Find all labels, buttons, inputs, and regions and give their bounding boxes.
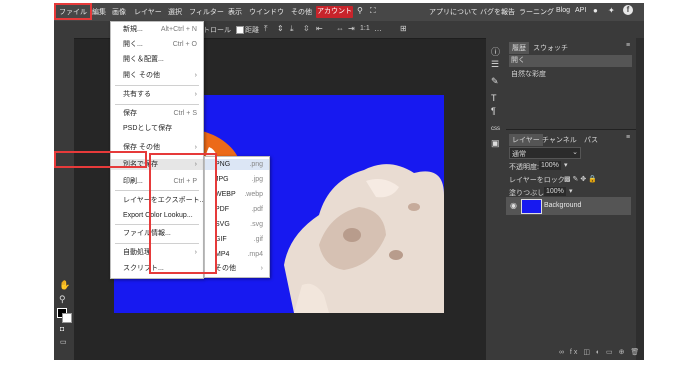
properties-icon[interactable]: ☰: [491, 59, 499, 70]
link-learning[interactable]: ラーニング: [519, 7, 554, 17]
menu-bar: ファイル 編集 画像 レイヤー 選択 フィルター 表示 ウインドウ その他 アカ…: [54, 3, 644, 21]
menu-item-open-place[interactable]: 開く＆配置...: [111, 54, 203, 65]
menu-image[interactable]: 画像: [112, 7, 126, 17]
zoom-hint[interactable]: 1:1: [360, 25, 370, 32]
history-entry[interactable]: 自然な彩度: [509, 69, 632, 81]
lock-icons[interactable]: ▩ ✎ ✥ 🔒: [564, 175, 597, 183]
link-blog[interactable]: Blog: [556, 7, 570, 14]
layer-name[interactable]: Background: [544, 202, 581, 209]
highlight-save-as: [54, 151, 147, 168]
align-center-icon[interactable]: ⇔: [336, 24, 344, 33]
layer-thumbnail: [521, 199, 542, 214]
visibility-eye-icon[interactable]: ◉: [510, 201, 517, 210]
opacity-label: 不透明度:: [509, 164, 539, 171]
opacity-dropdown-icon[interactable]: ▾: [564, 161, 568, 169]
layers-panel-menu-icon[interactable]: ≡: [626, 134, 630, 141]
photopea-app: ファイル 編集 画像 レイヤー 選択 フィルター 表示 ウインドウ その他 アカ…: [54, 3, 644, 360]
character-icon[interactable]: T: [491, 93, 497, 103]
distribute-icon[interactable]: ⇳: [303, 24, 310, 33]
info-icon[interactable]: ⓘ: [491, 45, 500, 58]
distance-checkbox[interactable]: [236, 26, 244, 34]
menu-item-save[interactable]: 保存 Ctrl + S: [111, 108, 203, 119]
menu-window[interactable]: ウインドウ: [249, 7, 284, 17]
tools-panel: ✋ ⚲ ◘ ▭: [54, 38, 74, 360]
align-left-icon[interactable]: ⇤: [316, 24, 323, 33]
link-about[interactable]: アプリについて: [429, 7, 478, 17]
hand-tool-icon[interactable]: ✋: [59, 280, 70, 291]
blend-mode-select[interactable]: 通常 ⌄: [509, 147, 581, 159]
reddit-icon[interactable]: ●: [593, 6, 598, 15]
lock-label: レイヤーをロック:: [509, 177, 567, 184]
tab-history[interactable]: 履歴: [509, 42, 529, 54]
quick-mask-icon[interactable]: ◘: [60, 326, 64, 333]
more-options-icon[interactable]: …: [374, 24, 382, 33]
distance-label: 距離: [245, 27, 259, 34]
menu-item-open[interactable]: 開く... Ctrl + O: [111, 39, 203, 50]
menu-separator: [115, 85, 199, 86]
highlight-format-list: [149, 153, 217, 274]
menu-item-open-more[interactable]: 開く その他 ›: [111, 70, 203, 81]
css-icon[interactable]: css: [491, 126, 500, 132]
blend-mode-value: 通常: [512, 151, 526, 158]
facebook-icon[interactable]: f: [623, 5, 633, 15]
menu-item-share[interactable]: 共有する ›: [111, 89, 203, 100]
search-icon[interactable]: ⚲: [357, 6, 363, 15]
background-color-swatch[interactable]: [62, 313, 72, 323]
grid-icon[interactable]: ⊞: [400, 24, 407, 33]
fill-input[interactable]: 100%: [544, 187, 566, 196]
menu-filter[interactable]: フィルター: [189, 7, 224, 17]
zoom-tool-icon[interactable]: ⚲: [59, 294, 66, 305]
panel-toggle-strip: ⓘ ☰ ✎ T ¶ css ▣: [486, 38, 506, 360]
tab-paths[interactable]: パス: [584, 135, 598, 145]
menu-edit[interactable]: 編集: [92, 7, 106, 17]
menu-view[interactable]: 表示: [228, 7, 242, 17]
tab-layers[interactable]: レイヤー: [509, 134, 543, 146]
opacity-input[interactable]: 100%: [539, 161, 561, 170]
fill-dropdown-icon[interactable]: ▾: [569, 187, 573, 195]
tab-swatches[interactable]: スウォッチ: [533, 43, 568, 53]
menu-item-new[interactable]: 新規... Alt+Ctrl + N: [111, 24, 203, 35]
align-bottom-icon[interactable]: ⤓: [290, 24, 294, 34]
link-bug-report[interactable]: バグを報告: [480, 7, 515, 17]
fullscreen-icon[interactable]: ⛶: [370, 6, 376, 16]
menu-account[interactable]: アカウント: [316, 6, 353, 18]
align-right-icon[interactable]: ⇥: [348, 24, 355, 33]
highlight-file-menu: [54, 3, 92, 20]
align-middle-icon[interactable]: ⇕: [277, 24, 284, 33]
history-panel-menu-icon[interactable]: ≡: [626, 42, 630, 49]
panel-scroll-strip: [636, 38, 644, 360]
screen-mode-icon[interactable]: ▭: [60, 338, 67, 346]
brush-settings-icon[interactable]: ✎: [491, 76, 499, 87]
menu-more[interactable]: その他: [291, 7, 312, 17]
tab-channels[interactable]: チャンネル: [542, 135, 577, 145]
align-top-icon[interactable]: ⤒: [264, 24, 268, 34]
image-icon[interactable]: ▣: [491, 138, 500, 149]
history-entry[interactable]: 開く: [509, 55, 632, 67]
menu-layer[interactable]: レイヤー: [134, 7, 162, 17]
link-api[interactable]: API: [575, 7, 586, 14]
layer-row[interactable]: ◉ Background: [506, 197, 631, 215]
chevron-down-icon: ⌄: [572, 149, 578, 156]
layer-actions-icons[interactable]: ∞ fx ◫ ◐ ▭ ⊕ 🗑: [559, 348, 641, 356]
twitter-icon[interactable]: ✦: [608, 6, 615, 15]
panel-divider: [506, 129, 636, 130]
menu-item-save-psd[interactable]: PSDとして保存: [111, 123, 203, 134]
menu-separator: [115, 104, 199, 105]
paragraph-icon[interactable]: ¶: [491, 106, 496, 116]
menu-select[interactable]: 選択: [168, 7, 182, 17]
